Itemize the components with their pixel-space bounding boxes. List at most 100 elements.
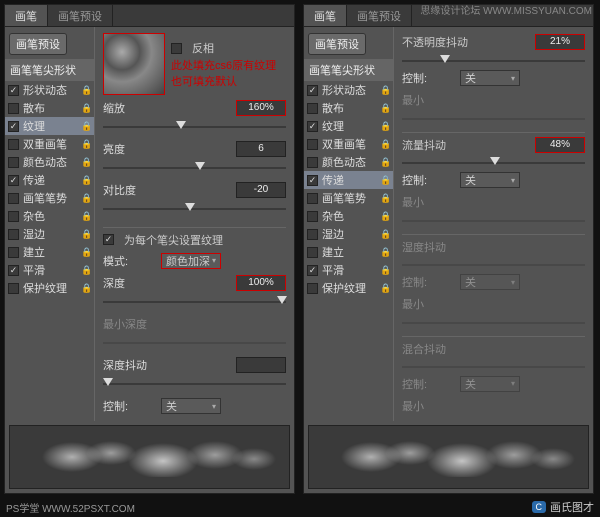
lock-icon[interactable]: 🔒 xyxy=(380,139,390,149)
sidebar-item-10[interactable]: 平滑🔒 xyxy=(304,261,393,279)
flow-jitter-slider[interactable] xyxy=(402,157,585,167)
sidebar-checkbox[interactable] xyxy=(307,193,318,204)
lock-icon[interactable]: 🔒 xyxy=(81,211,91,221)
scale-value[interactable]: 160% xyxy=(236,100,286,116)
tip-shape-header-b[interactable]: 画笔笔尖形状 xyxy=(304,59,393,81)
control-dropdown[interactable]: 关▾ xyxy=(161,398,221,414)
sidebar-item-4[interactable]: 颜色动态🔒 xyxy=(304,153,393,171)
sidebar-checkbox[interactable] xyxy=(8,193,19,204)
tab-brush[interactable]: 画笔 xyxy=(5,5,48,26)
control-dropdown-1[interactable]: 关▾ xyxy=(460,70,520,86)
preset-button-b[interactable]: 画笔预设 xyxy=(308,33,366,55)
control-dropdown-2[interactable]: 关▾ xyxy=(460,172,520,188)
lock-icon[interactable]: 🔒 xyxy=(81,157,91,167)
lock-icon[interactable]: 🔒 xyxy=(81,247,91,257)
lock-icon[interactable]: 🔒 xyxy=(81,229,91,239)
contrast-slider[interactable] xyxy=(103,203,286,218)
sidebar-checkbox[interactable] xyxy=(8,265,19,276)
lock-icon[interactable]: 🔒 xyxy=(81,283,91,293)
sidebar-item-6[interactable]: 画笔笔势🔒 xyxy=(5,189,94,207)
sidebar-checkbox[interactable] xyxy=(307,121,318,132)
sidebar-item-11[interactable]: 保护纹理🔒 xyxy=(304,279,393,297)
sidebar-item-9[interactable]: 建立🔒 xyxy=(5,243,94,261)
brightness-slider[interactable] xyxy=(103,162,286,177)
opacity-jitter-value[interactable]: 21% xyxy=(535,34,585,50)
lock-icon[interactable]: 🔒 xyxy=(81,265,91,275)
lock-icon[interactable]: 🔒 xyxy=(81,139,91,149)
each-tip-checkbox[interactable] xyxy=(103,234,114,245)
sidebar-item-7[interactable]: 杂色🔒 xyxy=(5,207,94,225)
sidebar-checkbox[interactable] xyxy=(307,265,318,276)
lock-icon[interactable]: 🔒 xyxy=(81,85,91,95)
sidebar-item-8[interactable]: 湿边🔒 xyxy=(304,225,393,243)
sidebar-checkbox[interactable] xyxy=(8,247,19,258)
sidebar-checkbox[interactable] xyxy=(8,139,19,150)
lock-icon[interactable]: 🔒 xyxy=(380,175,390,185)
depth-jitter-slider[interactable] xyxy=(103,378,286,393)
lock-icon[interactable]: 🔒 xyxy=(380,121,390,131)
lock-icon[interactable]: 🔒 xyxy=(81,103,91,113)
lock-icon[interactable]: 🔒 xyxy=(380,283,390,293)
lock-icon[interactable]: 🔒 xyxy=(380,103,390,113)
sidebar-checkbox[interactable] xyxy=(307,283,318,294)
sidebar-checkbox[interactable] xyxy=(307,211,318,222)
tab-preset[interactable]: 画笔预设 xyxy=(48,5,113,26)
sidebar-checkbox[interactable] xyxy=(8,211,19,222)
sidebar-item-0[interactable]: 形状动态🔒 xyxy=(5,81,94,99)
sidebar-item-2[interactable]: 纹理🔒 xyxy=(5,117,94,135)
invert-checkbox[interactable] xyxy=(171,43,182,54)
mode-dropdown[interactable]: 颜色加深▾ xyxy=(161,253,221,269)
lock-icon[interactable]: 🔒 xyxy=(380,247,390,257)
sidebar-checkbox[interactable] xyxy=(8,121,19,132)
lock-icon[interactable]: 🔒 xyxy=(380,193,390,203)
sidebar-item-4[interactable]: 颜色动态🔒 xyxy=(5,153,94,171)
sidebar-item-1[interactable]: 散布🔒 xyxy=(304,99,393,117)
sidebar-item-3[interactable]: 双重画笔🔒 xyxy=(304,135,393,153)
sidebar-checkbox[interactable] xyxy=(307,247,318,258)
sidebar-checkbox[interactable] xyxy=(8,157,19,168)
lock-icon[interactable]: 🔒 xyxy=(380,229,390,239)
lock-icon[interactable]: 🔒 xyxy=(380,157,390,167)
sidebar-checkbox[interactable] xyxy=(307,175,318,186)
sidebar-item-8[interactable]: 湿边🔒 xyxy=(5,225,94,243)
lock-icon[interactable]: 🔒 xyxy=(380,265,390,275)
sidebar-checkbox[interactable] xyxy=(8,85,19,96)
sidebar-item-0[interactable]: 形状动态🔒 xyxy=(304,81,393,99)
depth-jitter-value[interactable] xyxy=(236,357,286,373)
depth-value[interactable]: 100% xyxy=(236,275,286,291)
tab-brush-b[interactable]: 画笔 xyxy=(304,5,347,26)
preset-button[interactable]: 画笔预设 xyxy=(9,33,67,55)
sidebar-checkbox[interactable] xyxy=(307,103,318,114)
sidebar-item-9[interactable]: 建立🔒 xyxy=(304,243,393,261)
sidebar-item-10[interactable]: 平滑🔒 xyxy=(5,261,94,279)
sidebar-checkbox[interactable] xyxy=(8,175,19,186)
sidebar-item-3[interactable]: 双重画笔🔒 xyxy=(5,135,94,153)
sidebar-item-2[interactable]: 纹理🔒 xyxy=(304,117,393,135)
lock-icon[interactable]: 🔒 xyxy=(380,211,390,221)
sidebar-item-1[interactable]: 散布🔒 xyxy=(5,99,94,117)
sidebar-item-11[interactable]: 保护纹理🔒 xyxy=(5,279,94,297)
flow-jitter-value[interactable]: 48% xyxy=(535,137,585,153)
sidebar-item-5[interactable]: 传递🔒 xyxy=(304,171,393,189)
sidebar-item-6[interactable]: 画笔笔势🔒 xyxy=(304,189,393,207)
sidebar-checkbox[interactable] xyxy=(307,157,318,168)
contrast-value[interactable]: -20 xyxy=(236,182,286,198)
opacity-jitter-slider[interactable] xyxy=(402,55,585,65)
lock-icon[interactable]: 🔒 xyxy=(380,85,390,95)
tab-preset-b[interactable]: 画笔预设 xyxy=(347,5,412,26)
sidebar-checkbox[interactable] xyxy=(8,103,19,114)
texture-thumbnail[interactable] xyxy=(103,33,165,95)
tip-shape-header[interactable]: 画笔笔尖形状 xyxy=(5,59,94,81)
brightness-value[interactable]: 6 xyxy=(236,141,286,157)
depth-slider[interactable] xyxy=(103,296,286,311)
sidebar-item-5[interactable]: 传递🔒 xyxy=(5,171,94,189)
sidebar-checkbox[interactable] xyxy=(307,139,318,150)
sidebar-checkbox[interactable] xyxy=(307,229,318,240)
sidebar-item-7[interactable]: 杂色🔒 xyxy=(304,207,393,225)
lock-icon[interactable]: 🔒 xyxy=(81,193,91,203)
lock-icon[interactable]: 🔒 xyxy=(81,175,91,185)
scale-slider[interactable] xyxy=(103,121,286,136)
sidebar-checkbox[interactable] xyxy=(8,283,19,294)
lock-icon[interactable]: 🔒 xyxy=(81,121,91,131)
sidebar-checkbox[interactable] xyxy=(307,85,318,96)
